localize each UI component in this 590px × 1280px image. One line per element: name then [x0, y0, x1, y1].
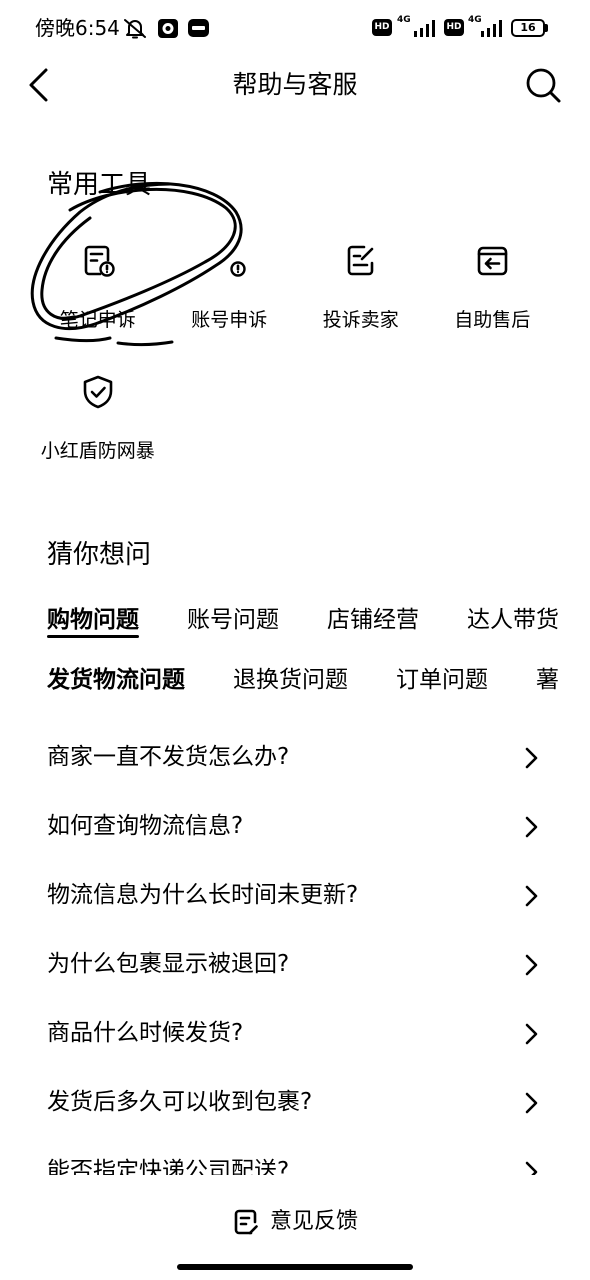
search-icon — [526, 68, 561, 103]
feedback-icon — [232, 1208, 260, 1236]
tool-account-appeal[interactable]: 账号申诉 — [164, 243, 296, 363]
tools-grid: 笔记申诉 账号申诉 投诉卖家 自助售后 小红盾防网暴 — [32, 243, 558, 463]
tool-note-appeal[interactable]: 笔记申诉 — [32, 243, 164, 363]
tool-label: 账号申诉 — [191, 309, 268, 331]
signal-strength-icon — [481, 19, 505, 37]
faq-list: 商家一直不发货怎么办? 如何查询物流信息? 物流信息为什么长时间未更新? 为什么… — [0, 723, 590, 1206]
battery-level: 16 — [520, 21, 536, 34]
sub-category-tabs: 发货物流问题 退换货问题 订单问题 薯 — [47, 666, 572, 696]
faq-question: 如何查询物流信息? — [47, 813, 244, 839]
bottom-bar: 意见反馈 — [0, 1175, 590, 1280]
subtab-shipping-logistics[interactable]: 发货物流问题 — [47, 666, 185, 694]
hd-badge: HD — [444, 19, 464, 36]
tool-label: 笔记申诉 — [59, 309, 136, 331]
shield-check-icon — [80, 374, 116, 410]
hd-badge: HD — [372, 19, 392, 36]
tool-anti-cyberbullying-shield[interactable]: 小红盾防网暴 — [32, 374, 164, 494]
home-indicator[interactable] — [177, 1264, 413, 1270]
search-button[interactable] — [522, 64, 564, 106]
header: 帮助与客服 — [0, 60, 590, 112]
faq-question: 发货后多久可以收到包裹? — [47, 1089, 313, 1115]
network-type-label: 4G — [468, 15, 482, 25]
app-notification-icon — [158, 19, 178, 38]
tab-influencer-sales[interactable]: 达人带货 — [467, 606, 559, 634]
guess-section-title: 猜你想问 — [47, 540, 152, 570]
faq-item[interactable]: 发货后多久可以收到包裹? — [0, 1068, 590, 1137]
tab-shopping[interactable]: 购物问题 — [47, 606, 139, 638]
faq-item[interactable]: 物流信息为什么长时间未更新? — [0, 861, 590, 930]
subtab-partial[interactable]: 薯 — [536, 666, 559, 694]
faq-question: 为什么包裹显示被退回? — [47, 951, 290, 977]
feedback-button[interactable]: 意见反馈 — [226, 1205, 366, 1239]
faq-item[interactable]: 如何查询物流信息? — [0, 792, 590, 861]
faq-item[interactable]: 商家一直不发货怎么办? — [0, 723, 590, 792]
tool-label: 投诉卖家 — [322, 309, 399, 331]
app-notification-icon — [188, 19, 209, 37]
note-appeal-icon — [80, 243, 116, 279]
after-sales-return-icon — [474, 243, 510, 279]
battery-icon: 16 — [511, 19, 545, 37]
chevron-right-icon — [525, 954, 538, 976]
page-title: 帮助与客服 — [232, 70, 358, 99]
status-bar: 傍晚6:54 HD 4G HD 4G 16 — [0, 0, 590, 56]
faq-item[interactable]: 商品什么时候发货? — [0, 999, 590, 1068]
faq-question: 物流信息为什么长时间未更新? — [47, 882, 359, 908]
chevron-right-icon — [525, 885, 538, 907]
chevron-right-icon — [525, 816, 538, 838]
battery-terminal — [545, 24, 548, 32]
tab-store-operation[interactable]: 店铺经营 — [327, 606, 419, 634]
network-type-label: 4G — [397, 15, 411, 25]
faq-question: 商品什么时候发货? — [47, 1020, 244, 1046]
chevron-right-icon — [525, 1023, 538, 1045]
feedback-label: 意见反馈 — [270, 1209, 359, 1234]
faq-question: 商家一直不发货怎么办? — [47, 744, 290, 770]
faq-item[interactable]: 为什么包裹显示被退回? — [0, 930, 590, 999]
subtab-returns-exchanges[interactable]: 退换货问题 — [233, 666, 348, 694]
tool-label: 小红盾防网暴 — [40, 440, 155, 462]
chevron-right-icon — [525, 1092, 538, 1114]
tab-account[interactable]: 账号问题 — [187, 606, 279, 634]
tool-complain-seller[interactable]: 投诉卖家 — [295, 243, 427, 363]
signal-strength-icon — [414, 19, 438, 37]
tools-section-title: 常用工具 — [47, 170, 152, 200]
subtab-orders[interactable]: 订单问题 — [396, 666, 488, 694]
account-appeal-icon — [211, 243, 247, 279]
category-tabs: 购物问题 账号问题 店铺经营 达人带货 — [47, 606, 572, 646]
complain-seller-icon — [343, 243, 379, 279]
tool-label: 自助售后 — [454, 309, 531, 331]
status-time: 傍晚6:54 — [35, 16, 120, 40]
mute-bell-icon — [122, 17, 148, 39]
tool-after-sales[interactable]: 自助售后 — [427, 243, 559, 363]
chevron-right-icon — [525, 747, 538, 769]
